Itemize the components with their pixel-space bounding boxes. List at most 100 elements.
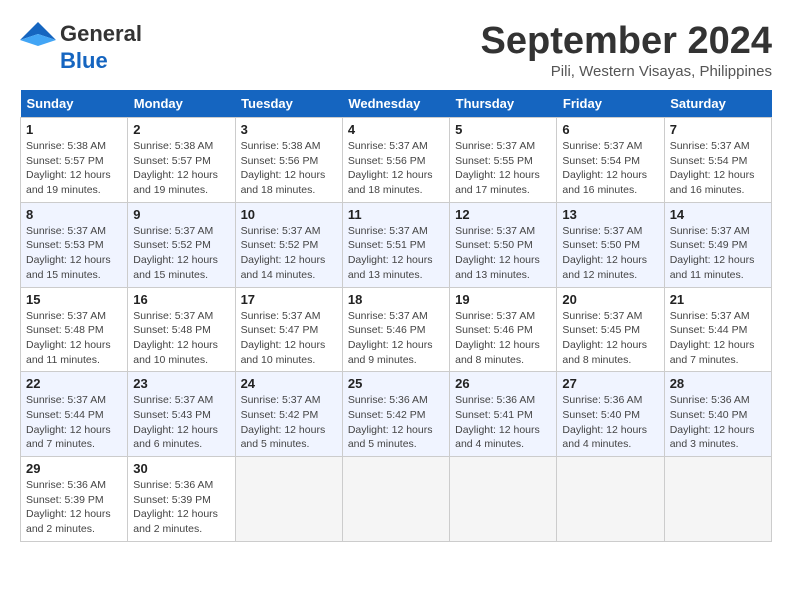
day-number: 3 [241, 122, 337, 137]
table-row: 17 Sunrise: 5:37 AM Sunset: 5:47 PM Dayl… [235, 287, 342, 372]
day-detail: Sunrise: 5:37 AM Sunset: 5:51 PM Dayligh… [348, 224, 444, 283]
day-number: 23 [133, 376, 229, 391]
table-row [557, 457, 664, 542]
day-number: 19 [455, 292, 551, 307]
day-detail: Sunrise: 5:37 AM Sunset: 5:53 PM Dayligh… [26, 224, 122, 283]
table-row: 13 Sunrise: 5:37 AM Sunset: 5:50 PM Dayl… [557, 202, 664, 287]
day-detail: Sunrise: 5:37 AM Sunset: 5:44 PM Dayligh… [670, 309, 766, 368]
day-detail: Sunrise: 5:36 AM Sunset: 5:40 PM Dayligh… [670, 393, 766, 452]
day-number: 25 [348, 376, 444, 391]
day-detail: Sunrise: 5:37 AM Sunset: 5:47 PM Dayligh… [241, 309, 337, 368]
day-number: 12 [455, 207, 551, 222]
day-detail: Sunrise: 5:37 AM Sunset: 5:46 PM Dayligh… [348, 309, 444, 368]
day-detail: Sunrise: 5:37 AM Sunset: 5:54 PM Dayligh… [562, 139, 658, 198]
day-detail: Sunrise: 5:37 AM Sunset: 5:55 PM Dayligh… [455, 139, 551, 198]
day-number: 15 [26, 292, 122, 307]
table-row: 30 Sunrise: 5:36 AM Sunset: 5:39 PM Dayl… [128, 457, 235, 542]
day-number: 20 [562, 292, 658, 307]
col-saturday: Saturday [664, 90, 771, 118]
day-detail: Sunrise: 5:37 AM Sunset: 5:52 PM Dayligh… [133, 224, 229, 283]
table-row: 14 Sunrise: 5:37 AM Sunset: 5:49 PM Dayl… [664, 202, 771, 287]
table-row: 5 Sunrise: 5:37 AM Sunset: 5:55 PM Dayli… [450, 118, 557, 203]
calendar-week-row: 15 Sunrise: 5:37 AM Sunset: 5:48 PM Dayl… [21, 287, 772, 372]
day-detail: Sunrise: 5:37 AM Sunset: 5:42 PM Dayligh… [241, 393, 337, 452]
logo-text-general: General [60, 21, 142, 47]
day-number: 29 [26, 461, 122, 476]
table-row: 24 Sunrise: 5:37 AM Sunset: 5:42 PM Dayl… [235, 372, 342, 457]
day-detail: Sunrise: 5:37 AM Sunset: 5:50 PM Dayligh… [455, 224, 551, 283]
logo: General Blue [20, 20, 142, 74]
calendar-week-row: 22 Sunrise: 5:37 AM Sunset: 5:44 PM Dayl… [21, 372, 772, 457]
table-row: 15 Sunrise: 5:37 AM Sunset: 5:48 PM Dayl… [21, 287, 128, 372]
day-number: 1 [26, 122, 122, 137]
col-monday: Monday [128, 90, 235, 118]
day-number: 28 [670, 376, 766, 391]
calendar-week-row: 8 Sunrise: 5:37 AM Sunset: 5:53 PM Dayli… [21, 202, 772, 287]
day-number: 10 [241, 207, 337, 222]
table-row [450, 457, 557, 542]
day-number: 8 [26, 207, 122, 222]
calendar-week-row: 29 Sunrise: 5:36 AM Sunset: 5:39 PM Dayl… [21, 457, 772, 542]
table-row: 28 Sunrise: 5:36 AM Sunset: 5:40 PM Dayl… [664, 372, 771, 457]
table-row: 19 Sunrise: 5:37 AM Sunset: 5:46 PM Dayl… [450, 287, 557, 372]
day-detail: Sunrise: 5:37 AM Sunset: 5:48 PM Dayligh… [26, 309, 122, 368]
table-row: 16 Sunrise: 5:37 AM Sunset: 5:48 PM Dayl… [128, 287, 235, 372]
day-detail: Sunrise: 5:37 AM Sunset: 5:43 PM Dayligh… [133, 393, 229, 452]
logo-text-blue: Blue [60, 48, 108, 74]
day-detail: Sunrise: 5:37 AM Sunset: 5:52 PM Dayligh… [241, 224, 337, 283]
day-detail: Sunrise: 5:37 AM Sunset: 5:49 PM Dayligh… [670, 224, 766, 283]
month-title: September 2024 [481, 20, 773, 63]
day-detail: Sunrise: 5:37 AM Sunset: 5:56 PM Dayligh… [348, 139, 444, 198]
day-number: 18 [348, 292, 444, 307]
table-row: 3 Sunrise: 5:38 AM Sunset: 5:56 PM Dayli… [235, 118, 342, 203]
day-detail: Sunrise: 5:37 AM Sunset: 5:50 PM Dayligh… [562, 224, 658, 283]
day-detail: Sunrise: 5:38 AM Sunset: 5:57 PM Dayligh… [26, 139, 122, 198]
table-row: 22 Sunrise: 5:37 AM Sunset: 5:44 PM Dayl… [21, 372, 128, 457]
col-friday: Friday [557, 90, 664, 118]
day-detail: Sunrise: 5:36 AM Sunset: 5:42 PM Dayligh… [348, 393, 444, 452]
day-number: 6 [562, 122, 658, 137]
table-row: 1 Sunrise: 5:38 AM Sunset: 5:57 PM Dayli… [21, 118, 128, 203]
day-detail: Sunrise: 5:36 AM Sunset: 5:40 PM Dayligh… [562, 393, 658, 452]
table-row: 18 Sunrise: 5:37 AM Sunset: 5:46 PM Dayl… [342, 287, 449, 372]
calendar-header-row: Sunday Monday Tuesday Wednesday Thursday… [21, 90, 772, 118]
table-row: 6 Sunrise: 5:37 AM Sunset: 5:54 PM Dayli… [557, 118, 664, 203]
calendar-week-row: 1 Sunrise: 5:38 AM Sunset: 5:57 PM Dayli… [21, 118, 772, 203]
table-row: 23 Sunrise: 5:37 AM Sunset: 5:43 PM Dayl… [128, 372, 235, 457]
table-row: 8 Sunrise: 5:37 AM Sunset: 5:53 PM Dayli… [21, 202, 128, 287]
day-number: 7 [670, 122, 766, 137]
table-row: 4 Sunrise: 5:37 AM Sunset: 5:56 PM Dayli… [342, 118, 449, 203]
table-row [235, 457, 342, 542]
day-number: 16 [133, 292, 229, 307]
day-number: 24 [241, 376, 337, 391]
table-row: 11 Sunrise: 5:37 AM Sunset: 5:51 PM Dayl… [342, 202, 449, 287]
day-number: 14 [670, 207, 766, 222]
calendar-title-area: September 2024 Pili, Western Visayas, Ph… [481, 20, 773, 80]
logo-icon [20, 20, 56, 48]
col-thursday: Thursday [450, 90, 557, 118]
location-title: Pili, Western Visayas, Philippines [481, 63, 773, 80]
day-detail: Sunrise: 5:36 AM Sunset: 5:41 PM Dayligh… [455, 393, 551, 452]
table-row [342, 457, 449, 542]
col-tuesday: Tuesday [235, 90, 342, 118]
day-detail: Sunrise: 5:37 AM Sunset: 5:54 PM Dayligh… [670, 139, 766, 198]
day-number: 17 [241, 292, 337, 307]
table-row: 10 Sunrise: 5:37 AM Sunset: 5:52 PM Dayl… [235, 202, 342, 287]
day-number: 26 [455, 376, 551, 391]
table-row: 9 Sunrise: 5:37 AM Sunset: 5:52 PM Dayli… [128, 202, 235, 287]
table-row: 21 Sunrise: 5:37 AM Sunset: 5:44 PM Dayl… [664, 287, 771, 372]
day-number: 5 [455, 122, 551, 137]
day-number: 22 [26, 376, 122, 391]
day-number: 13 [562, 207, 658, 222]
day-number: 2 [133, 122, 229, 137]
table-row: 27 Sunrise: 5:36 AM Sunset: 5:40 PM Dayl… [557, 372, 664, 457]
page-header: General Blue September 2024 Pili, Wester… [20, 20, 772, 80]
table-row: 29 Sunrise: 5:36 AM Sunset: 5:39 PM Dayl… [21, 457, 128, 542]
table-row: 7 Sunrise: 5:37 AM Sunset: 5:54 PM Dayli… [664, 118, 771, 203]
day-detail: Sunrise: 5:36 AM Sunset: 5:39 PM Dayligh… [133, 478, 229, 537]
calendar-table: Sunday Monday Tuesday Wednesday Thursday… [20, 90, 772, 542]
day-detail: Sunrise: 5:38 AM Sunset: 5:57 PM Dayligh… [133, 139, 229, 198]
day-detail: Sunrise: 5:36 AM Sunset: 5:39 PM Dayligh… [26, 478, 122, 537]
day-detail: Sunrise: 5:37 AM Sunset: 5:46 PM Dayligh… [455, 309, 551, 368]
table-row: 25 Sunrise: 5:36 AM Sunset: 5:42 PM Dayl… [342, 372, 449, 457]
